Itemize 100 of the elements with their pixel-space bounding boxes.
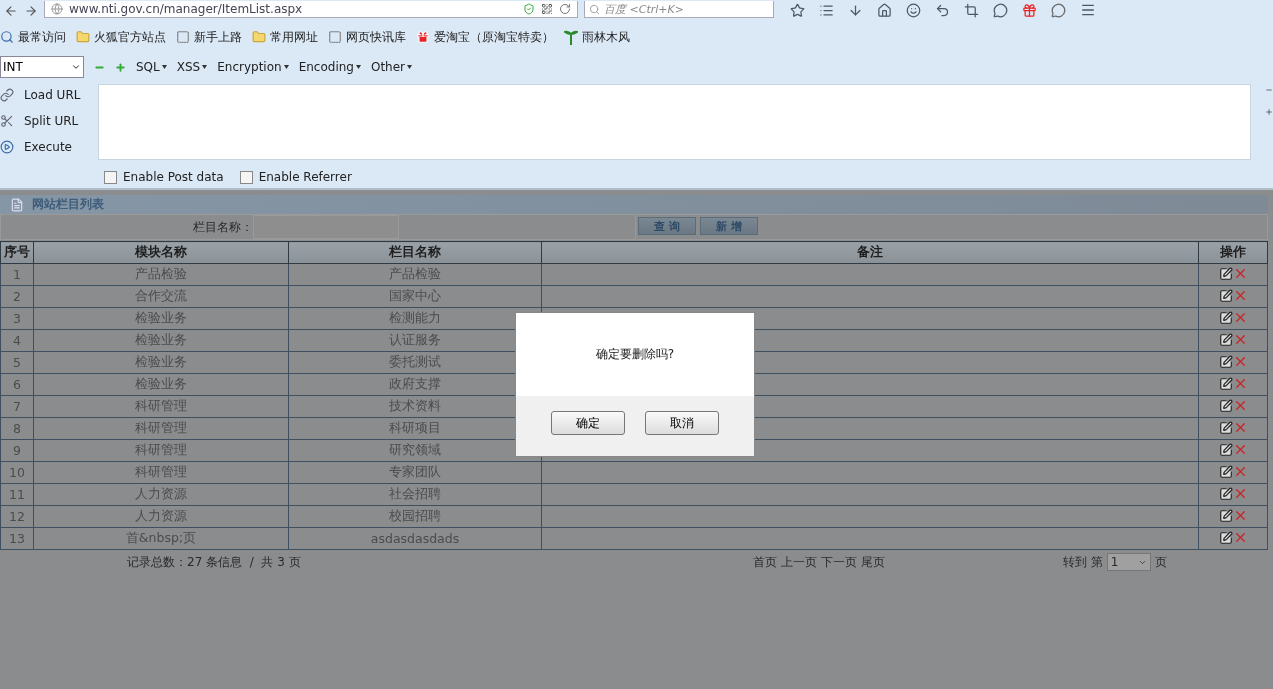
page-select[interactable]: 1 [1106,553,1151,571]
search-icon [589,3,600,15]
table-cell: 12 [0,505,34,528]
column-header: 操作 [1198,241,1268,264]
dropdown-caret-icon [355,65,361,69]
hackbar-action[interactable]: Load URL [24,88,81,102]
play-icon [0,140,14,154]
edit-icon[interactable] [1218,376,1233,391]
checkbox[interactable] [239,170,253,184]
folder-icon [76,30,90,44]
hackbar-menu[interactable]: Encoding [298,60,361,74]
table-cell: 校园招聘 [288,505,542,528]
menu-icon[interactable] [1080,2,1096,18]
column-header: 备注 [541,241,1199,264]
table-cell: 检验业务 [33,307,289,330]
hackbar-menu[interactable]: Other [370,60,413,74]
table-cell: 2 [0,285,34,308]
pager-link[interactable]: 首页 [753,553,777,571]
edit-icon[interactable] [1218,310,1233,325]
bookmark-link[interactable]: 雨林木风 [582,28,630,46]
plus-icon[interactable] [1265,108,1273,116]
table-cell: 检验业务 [33,329,289,352]
edit-icon[interactable] [1218,332,1233,347]
edit-icon[interactable] [1218,354,1233,369]
dropdown-caret-icon [161,65,167,69]
star-icon[interactable] [790,2,805,18]
reload-icon[interactable] [559,3,571,15]
crop-icon[interactable] [964,2,979,18]
table-cell: 5 [0,351,34,374]
bookmark-link[interactable]: 网页快讯库 [346,28,406,46]
dropdown-caret-icon [407,65,413,69]
hackbar-action[interactable]: Execute [24,140,72,154]
undo-icon[interactable] [935,2,950,18]
table-cell: 合作交流 [33,285,289,308]
table-cell: 1 [0,263,34,286]
back-icon[interactable] [4,4,18,18]
download-icon[interactable] [848,2,863,18]
checkbox-label: Enable Post data [123,170,224,184]
dropdown-caret-icon [71,62,81,72]
bookmark-link[interactable]: 常用网址 [270,28,318,46]
bookmark-link[interactable]: 新手上路 [194,28,242,46]
pager-link[interactable]: 尾页 [861,553,885,571]
search-icon [0,30,14,44]
table-cell: 科研管理 [33,395,289,418]
table-cell: 7 [0,395,34,418]
edit-icon[interactable] [1218,508,1233,523]
forward-icon[interactable] [24,4,38,18]
table-cell: 产品检验 [33,263,289,286]
folder-icon [252,30,266,44]
edit-icon[interactable] [1218,530,1233,545]
table-cell: 4 [0,329,34,352]
edit-icon[interactable] [1218,420,1233,435]
pager-link[interactable]: 上一页 [781,553,817,571]
dropdown-caret-icon [202,65,208,69]
qr-code-icon[interactable] [541,3,553,15]
table-cell: 人力资源 [33,483,289,506]
address-bar[interactable]: www.nti.gov.cn/manager/ItemList.aspx [44,1,578,18]
document-icon [10,197,24,212]
bookmark-link[interactable]: 火狐官方站点 [94,28,166,46]
bookmark-link[interactable]: 爱淘宝（原淘宝特卖） [434,28,554,46]
table-cell: 人力资源 [33,505,289,528]
column-header: 序号 [0,241,34,264]
bookmark-link[interactable]: 最常访问 [18,28,66,46]
edit-icon[interactable] [1218,266,1233,281]
smiley-icon[interactable] [906,2,921,18]
table-cell: 科研管理 [33,439,289,462]
search-field[interactable]: 百度 <Ctrl+K> [584,1,774,18]
home-icon[interactable] [877,2,892,18]
hackbar-menu[interactable]: Encryption [217,60,289,74]
table-cell: 10 [0,461,34,484]
chat-icon[interactable] [993,2,1008,18]
edit-icon[interactable] [1218,486,1233,501]
hackbar-action[interactable]: Split URL [24,114,79,128]
edit-icon[interactable] [1218,464,1233,479]
bubble-icon[interactable] [1051,2,1066,18]
edit-icon[interactable] [1218,398,1233,413]
table-cell: 11 [0,483,34,506]
dialog-button[interactable]: 确定 [551,411,625,435]
hackbar-menu[interactable]: XSS [176,60,208,74]
hackbar-menu[interactable]: SQL [136,60,167,74]
table-cell: 检验业务 [33,373,289,396]
edit-icon[interactable] [1218,442,1233,457]
edit-icon[interactable] [1218,288,1233,303]
goto-label: 转到 第 [1063,553,1103,571]
encoding-select[interactable]: INT [0,56,84,78]
shield-icon [523,3,535,15]
gift-icon[interactable] [1022,2,1037,18]
table-cell: 检验业务 [33,351,289,374]
panel-title: 网站栏目列表 [32,196,104,213]
checkbox[interactable] [104,170,117,184]
table-cell: 科研管理 [33,461,289,484]
page-icon [176,30,190,44]
dialog-button[interactable]: 取消 [645,411,719,435]
table-cell: 社会招聘 [288,483,542,506]
link-icon [0,88,14,102]
table-cell: 8 [0,417,34,440]
list-icon[interactable] [819,2,834,18]
record-count: 记录总数：27 条信息 / 共 3 页 [127,553,302,571]
page-icon [328,30,342,44]
pager-link[interactable]: 下一页 [821,553,857,571]
